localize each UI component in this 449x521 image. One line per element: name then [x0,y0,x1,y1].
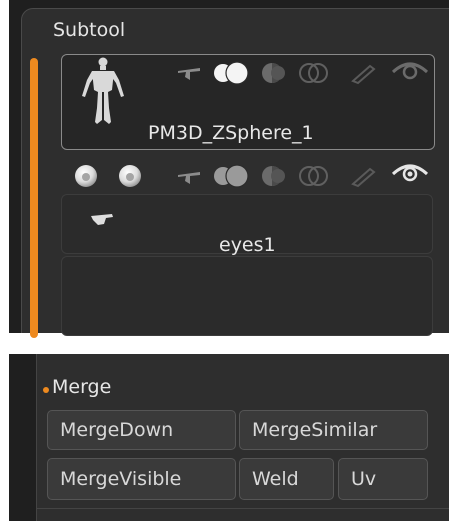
human-figure-icon [82,57,124,124]
divider [36,508,449,509]
brush-icon[interactable] [350,164,380,188]
sphere-icon[interactable] [117,163,143,189]
subtool-item-name: eyes1 [219,234,276,256]
toggle-pair-icon[interactable] [210,164,254,188]
merge-visible-button[interactable]: MergeVisible [47,458,236,500]
half-circle-icon[interactable] [258,61,290,85]
toggle-pair-icon[interactable] [210,61,254,85]
subtool-title[interactable]: Subtool [53,19,125,41]
half-circle-icon[interactable] [258,164,290,188]
subtool-item-empty[interactable] [61,256,433,336]
brush-icon[interactable] [350,61,380,85]
merge-title[interactable]: Merge [52,376,111,398]
weld-button[interactable]: Weld [239,458,334,500]
eye-icon[interactable] [390,58,430,82]
expand-dot-icon [43,387,49,393]
eye-icon[interactable] [390,160,430,184]
subtool-scroll-bar[interactable] [30,58,38,338]
sphere-icon[interactable] [73,163,99,189]
eyes-mesh-icon [91,214,113,225]
overlap-circle-icon[interactable] [298,61,330,85]
merge-similar-button[interactable]: MergeSimilar [239,410,428,450]
uv-button[interactable]: Uv [338,458,428,500]
arrow-down-icon[interactable] [176,64,202,84]
overlap-circle-icon[interactable] [298,164,330,188]
arrow-down-icon[interactable] [176,168,202,188]
subtool-item-name: PM3D_ZSphere_1 [148,122,314,144]
merge-down-button[interactable]: MergeDown [47,410,236,450]
